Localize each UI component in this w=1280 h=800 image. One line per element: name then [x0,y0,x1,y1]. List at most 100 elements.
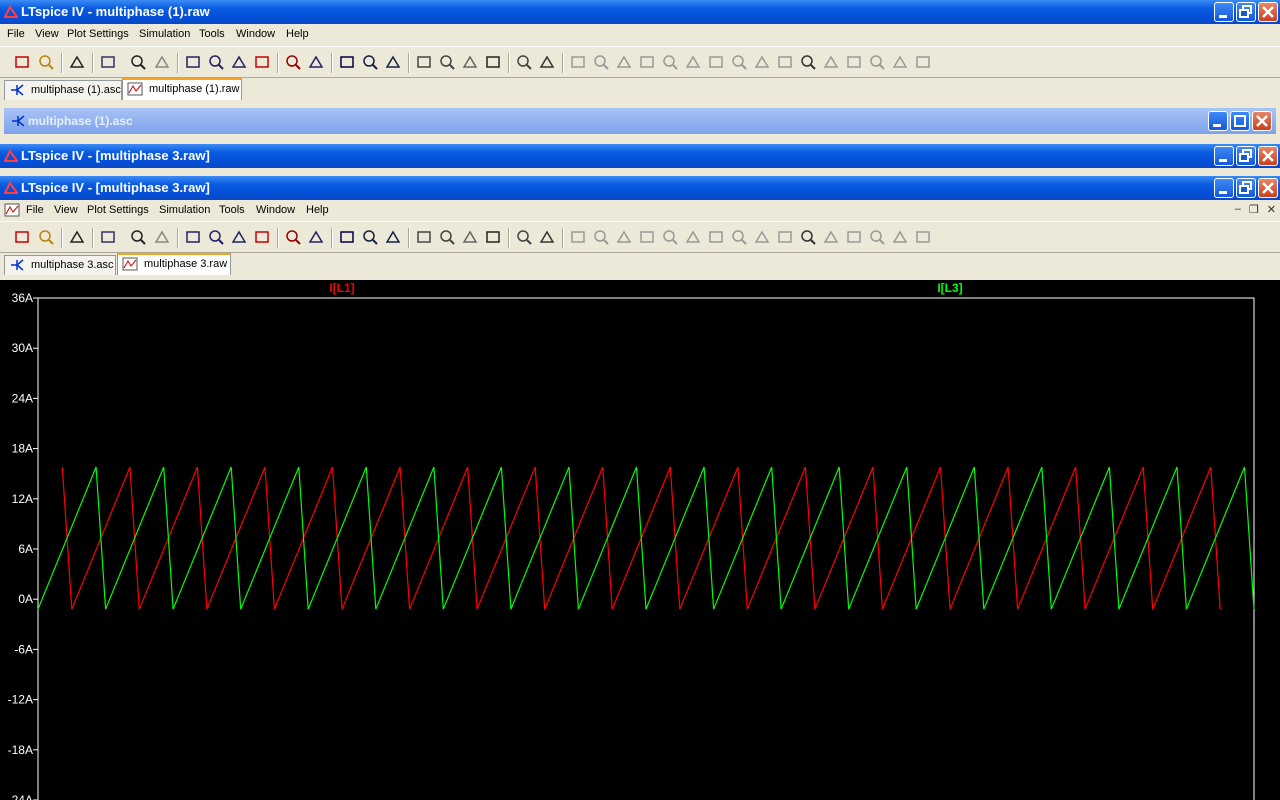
maximize-button[interactable] [1230,111,1250,131]
waveform-chart[interactable]: 36A 30A 24A 18A 12A 6A 0A -6A -12A -18A -24A I[L1] I… [0,280,1280,800]
mdi-restore-icon[interactable]: ❐ [1249,203,1259,216]
rotate-icon[interactable] [846,229,862,245]
capacitor-icon[interactable] [662,229,678,245]
undo-icon[interactable] [800,229,816,245]
close-button[interactable] [1258,178,1278,198]
close-all-icon[interactable] [385,229,401,245]
menu-window[interactable]: Window [236,28,275,40]
paste-icon[interactable] [462,229,478,245]
window2-titlebar[interactable]: LTspice IV - [multiphase 3.raw] [0,144,1280,168]
tab-waveform[interactable]: multiphase (1).raw [122,78,242,100]
paste-icon[interactable] [462,54,478,70]
tab-schematic[interactable]: multiphase 3.asc [4,255,116,275]
redo-icon[interactable] [823,229,839,245]
menu-tools[interactable]: Tools [199,28,225,40]
new-schematic-icon[interactable] [14,229,30,245]
menu-file[interactable]: File [26,204,44,216]
window3-titlebar[interactable]: LTspice IV - [multiphase 3.raw] [0,176,1280,200]
tile-horizontal-icon[interactable] [339,54,355,70]
component-icon[interactable] [731,229,747,245]
ground-icon[interactable] [593,229,609,245]
copy-icon[interactable] [439,54,455,70]
zoom-out-icon[interactable] [231,54,247,70]
wire-icon[interactable] [570,229,586,245]
zoom-area-icon[interactable] [208,229,224,245]
fit-icon[interactable] [308,229,324,245]
minimize-button[interactable] [1214,2,1234,22]
window1-titlebar[interactable]: LTspice IV - multiphase (1).raw [0,0,1280,24]
save-icon[interactable] [69,54,85,70]
redo-icon[interactable] [823,54,839,70]
spice-directive-icon[interactable] [915,54,931,70]
control-panel-icon[interactable] [100,54,116,70]
run-icon[interactable] [130,54,146,70]
restore-button[interactable] [1236,146,1256,166]
menu-plot-settings[interactable]: Plot Settings [67,28,129,40]
restore-button[interactable] [1236,2,1256,22]
trace-label[interactable]: I[L1] [329,281,354,295]
drag-icon[interactable] [777,229,793,245]
print-icon[interactable] [539,229,555,245]
trace-il3[interactable] [37,466,1255,610]
menu-view[interactable]: View [54,204,78,216]
open-icon[interactable] [38,229,54,245]
zoom-in-icon[interactable] [185,54,201,70]
menu-simulation[interactable]: Simulation [139,28,190,40]
cascade-icon[interactable] [362,54,378,70]
tab-waveform[interactable]: multiphase 3.raw [117,253,231,275]
mirror-icon[interactable] [869,229,885,245]
find-icon[interactable] [485,229,501,245]
label-icon[interactable] [616,54,632,70]
wire-icon[interactable] [570,54,586,70]
close-button[interactable] [1252,111,1272,131]
menu-window[interactable]: Window [256,204,295,216]
mirror-icon[interactable] [869,54,885,70]
ground-icon[interactable] [593,54,609,70]
minimize-button[interactable] [1214,146,1234,166]
minimize-button[interactable] [1214,178,1234,198]
waveform-doc-icon[interactable] [4,203,20,217]
run-icon[interactable] [130,229,146,245]
move-icon[interactable] [754,229,770,245]
move-icon[interactable] [754,54,770,70]
print-icon[interactable] [539,54,555,70]
text-icon[interactable] [892,54,908,70]
minimize-button[interactable] [1208,111,1228,131]
find-icon[interactable] [485,54,501,70]
zoom-cancel-icon[interactable] [254,54,270,70]
inductor-icon[interactable] [685,54,701,70]
label-icon[interactable] [616,229,632,245]
close-button[interactable] [1258,2,1278,22]
spice-directive-icon[interactable] [915,229,931,245]
tile-horizontal-icon[interactable] [339,229,355,245]
halt-icon[interactable] [154,54,170,70]
halt-icon[interactable] [154,229,170,245]
cut-icon[interactable] [416,229,432,245]
close-all-icon[interactable] [385,54,401,70]
new-schematic-icon[interactable] [14,54,30,70]
autorange-icon[interactable] [285,54,301,70]
restore-button[interactable] [1236,178,1256,198]
text-icon[interactable] [892,229,908,245]
print-preview-icon[interactable] [516,229,532,245]
autorange-icon[interactable] [285,229,301,245]
diode-icon[interactable] [708,54,724,70]
tab-schematic[interactable]: multiphase (1).asc [4,80,122,100]
save-icon[interactable] [69,229,85,245]
trace-label[interactable]: I[L3] [937,281,962,295]
component-icon[interactable] [731,54,747,70]
menu-file[interactable]: File [7,28,25,40]
copy-icon[interactable] [439,229,455,245]
fit-icon[interactable] [308,54,324,70]
menu-tools[interactable]: Tools [219,204,245,216]
menu-view[interactable]: View [35,28,59,40]
print-preview-icon[interactable] [516,54,532,70]
cut-icon[interactable] [416,54,432,70]
resistor-icon[interactable] [639,229,655,245]
drag-icon[interactable] [777,54,793,70]
resistor-icon[interactable] [639,54,655,70]
menu-help[interactable]: Help [306,204,329,216]
open-icon[interactable] [38,54,54,70]
zoom-in-icon[interactable] [185,229,201,245]
control-panel-icon[interactable] [100,229,116,245]
